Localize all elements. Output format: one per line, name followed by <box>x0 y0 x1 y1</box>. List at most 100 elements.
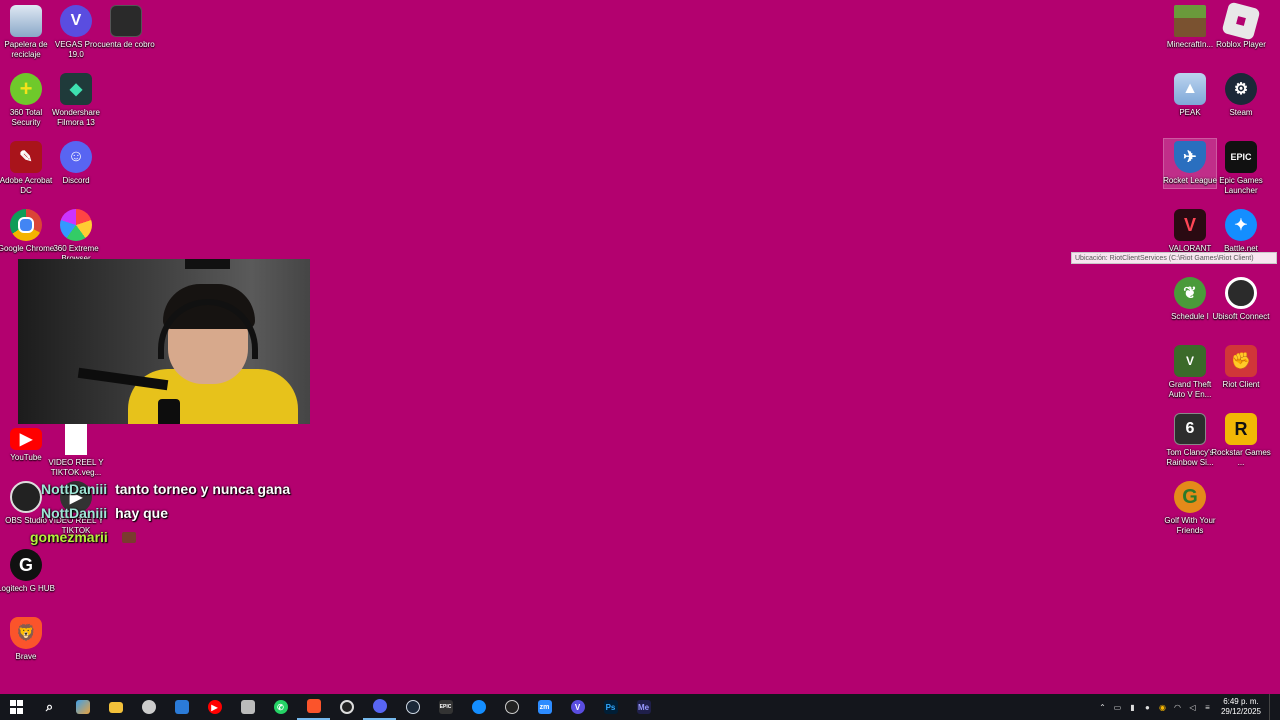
shield-plus-icon: + <box>10 73 42 105</box>
ubisoft-icon <box>1225 277 1257 309</box>
taskbar-battlenet[interactable] <box>462 694 495 720</box>
vegas-icon: V <box>570 700 585 714</box>
discord-icon: ☺ <box>60 141 92 173</box>
rockstar-icon: R <box>1225 413 1257 445</box>
desktop[interactable]: Papelera de reciclaje V VEGAS Pro 19.0 c… <box>0 0 1280 694</box>
filmora-icon: ◆ <box>60 73 92 105</box>
windows-icon <box>10 700 24 714</box>
taskbar-steam[interactable] <box>396 694 429 720</box>
desktop-icon-youtube[interactable]: ▶ YouTube <box>0 423 52 463</box>
battlenet-icon <box>471 700 486 714</box>
taskbar-copilot[interactable] <box>66 694 99 720</box>
desktop-icon-video-reel-veg[interactable]: VIDEO REEL Y TIKTOK.veg... <box>48 423 104 478</box>
obs-icon <box>339 700 354 714</box>
desktop-icon-rocket-league[interactable]: ✈ Rocket League <box>1163 138 1217 189</box>
microphone-icon <box>158 399 180 424</box>
taskbar-obs[interactable] <box>330 694 363 720</box>
taskbar-app-16[interactable] <box>495 694 528 720</box>
taskbar-youtube[interactable]: ▶ <box>198 694 231 720</box>
battery-icon[interactable]: ▮ <box>1126 702 1139 712</box>
desktop-icon-peak[interactable]: ▲ PEAK <box>1164 73 1216 118</box>
desktop-icon-filmora[interactable]: ◆ Wondershare Filmora 13 <box>50 73 102 128</box>
icon-label: cuenta de cobro <box>97 40 155 49</box>
start-button[interactable] <box>0 694 33 720</box>
taskbar-app-5[interactable] <box>132 694 165 720</box>
taskbar-media-encoder[interactable]: Me <box>627 694 660 720</box>
webcam-ceiling-light <box>185 259 230 269</box>
file-icon <box>65 423 87 455</box>
wifi-icon[interactable]: ◠ <box>1171 702 1184 712</box>
desktop-icon-360-total-security[interactable]: + 360 Total Security <box>0 73 52 128</box>
desktop-icon-recycle-bin[interactable]: Papelera de reciclaje <box>0 5 52 60</box>
desktop-icon-ubisoft[interactable]: Ubisoft Connect <box>1213 277 1269 322</box>
taskbar-explorer[interactable] <box>99 694 132 720</box>
golf-icon: G <box>1174 481 1206 513</box>
taskbar-whatsapp[interactable]: ✆ <box>264 694 297 720</box>
clock-date: 29/12/2025 <box>1220 707 1261 716</box>
taskbar-store[interactable] <box>165 694 198 720</box>
browser-icon <box>60 209 92 241</box>
media-encoder-icon: Me <box>636 700 651 714</box>
rocket-league-icon: ✈ <box>1174 141 1206 173</box>
taskbar-photoshop[interactable]: Ps <box>594 694 627 720</box>
desktop-icon-logitech[interactable]: G Logitech G HUB <box>0 549 55 594</box>
desktop-icon-discord[interactable]: ☺ Discord <box>50 141 102 186</box>
desktop-icon-steam[interactable]: ⚙ Steam <box>1215 73 1267 118</box>
clock[interactable]: 6:49 p. m. 29/12/2025 <box>1221 697 1261 717</box>
youtube-icon: ▶ <box>10 428 42 450</box>
chat-username: NottDaniii <box>41 481 108 497</box>
battlenet-icon: ✦ <box>1225 209 1257 241</box>
vegas-icon: V <box>60 5 92 37</box>
desktop-icon-golf-with-friends[interactable]: G Golf With Your Friends <box>1164 481 1216 536</box>
recycle-bin-icon <box>10 5 42 37</box>
mic-tray-icon[interactable]: ● <box>1141 702 1154 712</box>
desktop-icon-gta-v[interactable]: V Grand Theft Auto V En... <box>1164 345 1216 400</box>
language-icon[interactable]: ≡ <box>1201 702 1214 712</box>
icon-label: Logitech G HUB <box>0 584 55 593</box>
desktop-icon-acrobat[interactable]: ✎ Adobe Acrobat DC <box>0 141 52 196</box>
desktop-icon-360-browser[interactable]: 360 Extreme Browser <box>50 209 102 264</box>
chrome-icon <box>10 209 42 241</box>
icon-label: Discord <box>62 176 90 185</box>
chrome-tray-icon[interactable]: ◉ <box>1156 702 1169 712</box>
taskbar-epic[interactable]: EPIC <box>429 694 462 720</box>
taskbar-brave[interactable] <box>297 694 330 720</box>
icon-label: Wondershare Filmora 13 <box>52 108 100 127</box>
taskbar-app-8[interactable] <box>231 694 264 720</box>
icon-label: Roblox Player <box>1216 40 1266 49</box>
show-desktop-button[interactable] <box>1269 694 1280 720</box>
taskbar-discord[interactable] <box>363 694 396 720</box>
desktop-icon-vegas[interactable]: V VEGAS Pro 19.0 <box>50 5 102 60</box>
icon-label: Epic Games Launcher <box>1219 176 1263 195</box>
desktop-icon-riot-client[interactable]: ✊ Riot Client <box>1215 345 1267 390</box>
icon-label: Riot Client <box>1222 380 1260 389</box>
epic-icon: EPIC <box>1225 141 1257 173</box>
riot-icon: ✊ <box>1225 345 1257 377</box>
desktop-icon-schedule-i[interactable]: ❦ Schedule I <box>1164 277 1216 322</box>
icon-label: Rockstar Games ... <box>1211 448 1271 467</box>
desktop-icon-chrome[interactable]: Google Chrome <box>0 209 54 254</box>
gta-icon: V <box>1174 345 1206 377</box>
taskbar-vegas[interactable]: V <box>561 694 594 720</box>
desktop-icon-brave[interactable]: 🦁 Brave <box>0 617 52 662</box>
tooltip-riot-location: Ubicación: RiotClientServices (C:\Riot G… <box>1071 252 1277 264</box>
desktop-icon-cuenta-de-cobro[interactable]: cuenta de cobro <box>97 5 155 50</box>
desktop-icon-valorant[interactable]: V VALORANT <box>1164 209 1216 254</box>
desktop-icon-epic-games[interactable]: EPIC Epic Games Launcher <box>1215 141 1267 196</box>
show-hidden-icons-chevron-icon[interactable]: ⌃ <box>1096 702 1109 712</box>
search-button[interactable]: ⌕ <box>33 694 66 720</box>
desktop-icon-rainbow-six[interactable]: 6 Tom Clancy's Rainbow Si... <box>1164 413 1216 468</box>
desktop-icon-roblox[interactable]: Roblox Player <box>1215 1 1267 50</box>
chat-username: gomezmarii <box>30 529 108 545</box>
webcam-overlay <box>18 259 310 424</box>
taskbar-zoom[interactable]: zm <box>528 694 561 720</box>
desktop-icon-battlenet[interactable]: ✦ Battle.net <box>1215 209 1267 254</box>
display-icon[interactable]: ▭ <box>1111 702 1124 712</box>
icon-label: Steam <box>1229 108 1253 117</box>
volume-icon[interactable]: ◁ <box>1186 702 1199 712</box>
document-icon <box>110 5 142 37</box>
valorant-icon: V <box>1174 209 1206 241</box>
desktop-icon-minecraft[interactable]: MinecraftIn... <box>1164 5 1216 50</box>
minecraft-icon <box>1174 5 1206 37</box>
desktop-icon-rockstar[interactable]: R Rockstar Games ... <box>1211 413 1271 468</box>
